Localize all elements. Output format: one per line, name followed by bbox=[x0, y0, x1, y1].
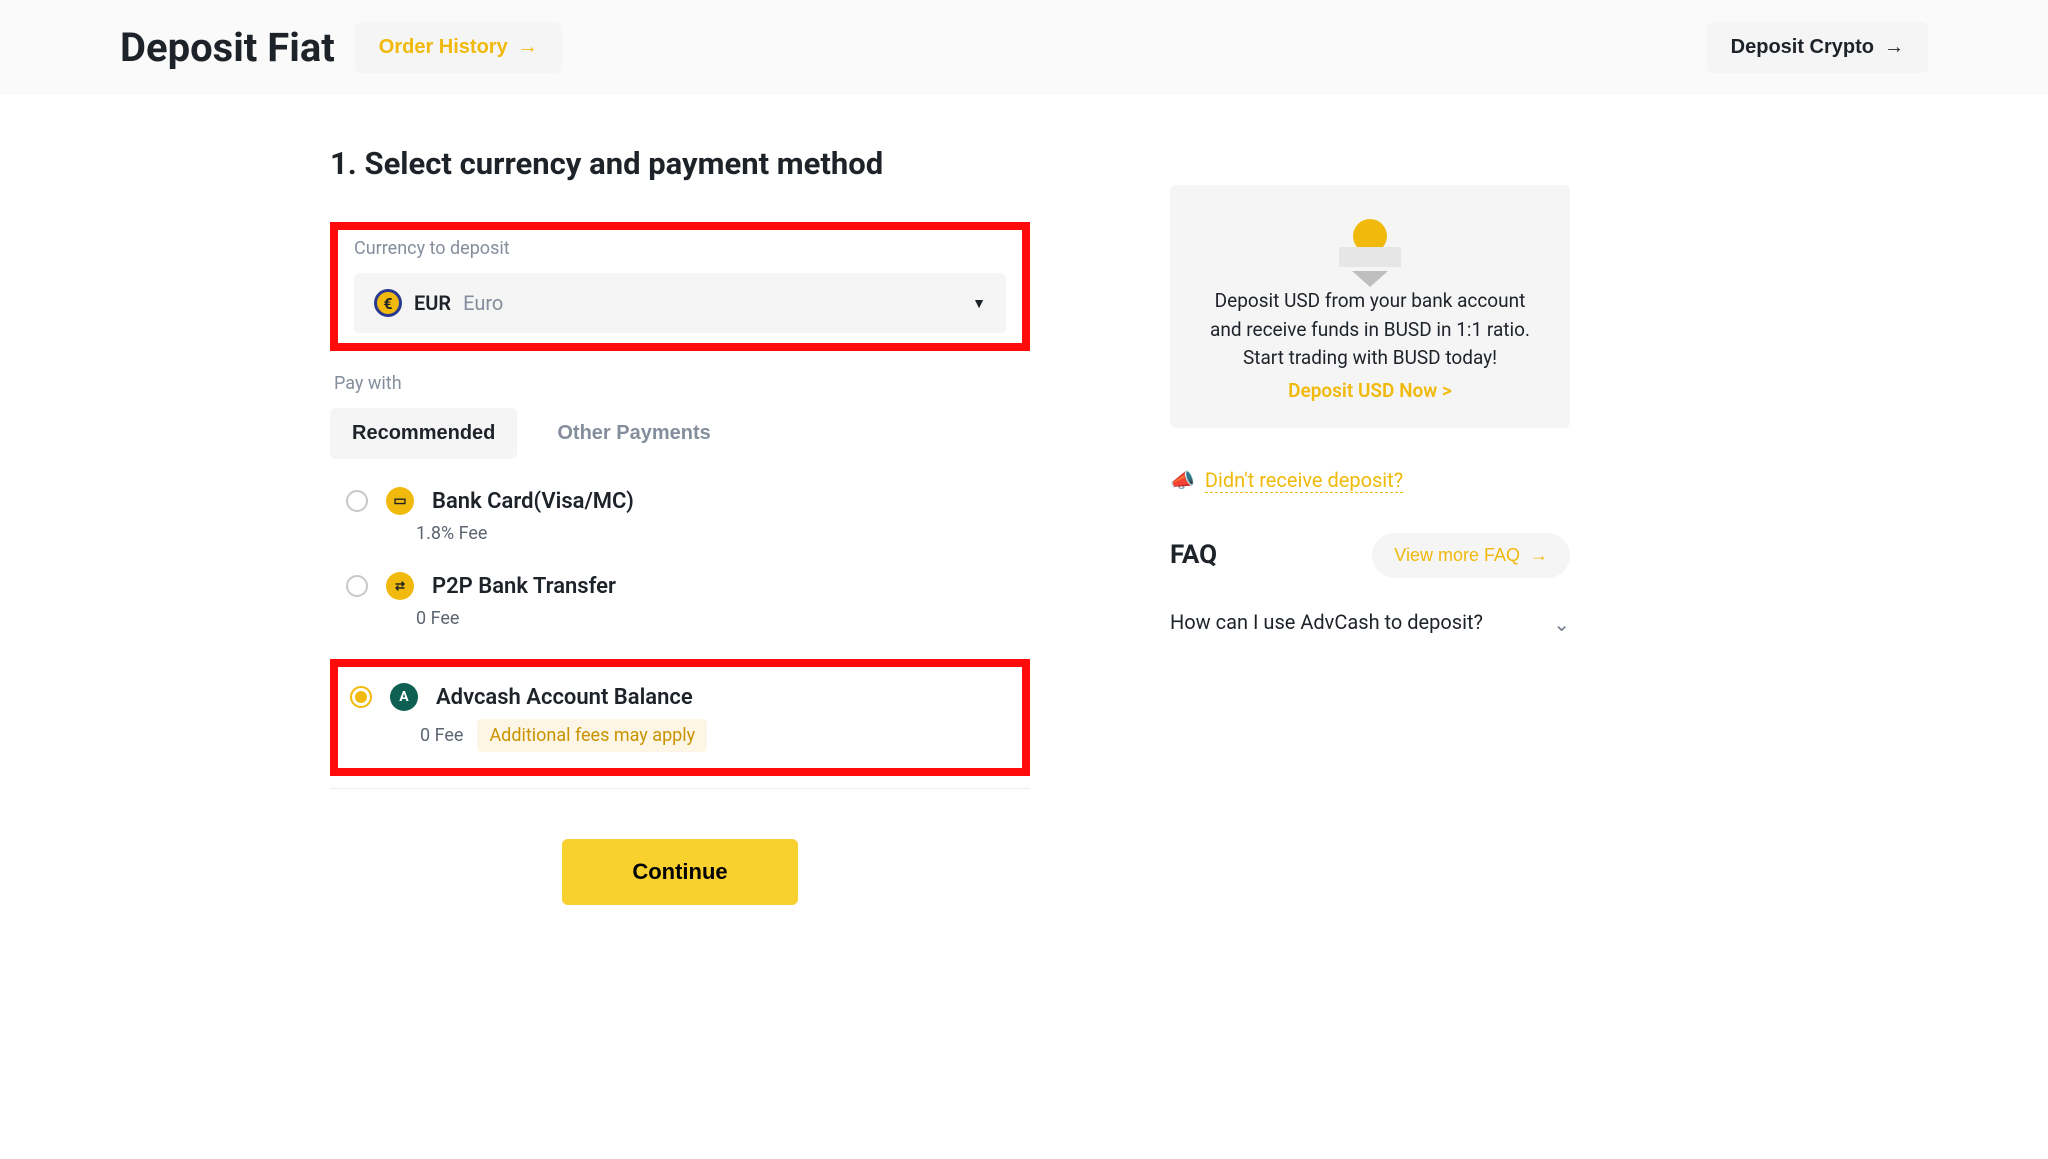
chevron-down-icon: ⌄ bbox=[1553, 612, 1570, 636]
tab-recommended[interactable]: Recommended bbox=[330, 408, 517, 459]
arrow-right-icon: → bbox=[518, 36, 538, 59]
faq-title: FAQ bbox=[1170, 540, 1217, 570]
promo-text: Deposit USD from your bank account and r… bbox=[1200, 287, 1540, 373]
megaphone-icon: 📣 bbox=[1170, 468, 1195, 492]
deposit-usd-link[interactable]: Deposit USD Now > bbox=[1288, 379, 1452, 402]
currency-code: EUR bbox=[414, 291, 451, 315]
payment-method-name: P2P Bank Transfer bbox=[432, 574, 616, 599]
arrow-right-icon: → bbox=[1530, 545, 1548, 566]
deposit-icon bbox=[1200, 219, 1540, 287]
view-more-faq-button[interactable]: View more FAQ → bbox=[1372, 533, 1570, 578]
transfer-icon: ⇄ bbox=[386, 572, 414, 600]
arrow-right-icon: → bbox=[1884, 36, 1904, 59]
pay-with-label: Pay with bbox=[330, 373, 1030, 394]
fee-note-badge: Additional fees may apply bbox=[477, 719, 707, 752]
payment-method-fee: 0 Fee bbox=[416, 608, 459, 629]
radio-icon[interactable] bbox=[346, 575, 368, 597]
advcash-icon: A bbox=[390, 683, 418, 711]
promo-card: Deposit USD from your bank account and r… bbox=[1170, 185, 1570, 428]
payment-method-fee: 1.8% Fee bbox=[416, 523, 487, 544]
faq-item[interactable]: How can I use AdvCash to deposit? ⌄ bbox=[1170, 608, 1570, 636]
card-icon: ▭ bbox=[386, 487, 414, 515]
order-history-label: Order History bbox=[379, 36, 508, 59]
deposit-crypto-button[interactable]: Deposit Crypto → bbox=[1707, 22, 1928, 73]
currency-dropdown[interactable]: € EUR Euro ▼ bbox=[354, 273, 1006, 333]
payment-method-name: Advcash Account Balance bbox=[436, 685, 693, 710]
order-history-button[interactable]: Order History → bbox=[355, 22, 562, 73]
payment-method-name: Bank Card(Visa/MC) bbox=[432, 489, 634, 514]
currency-label: Currency to deposit bbox=[354, 238, 1006, 259]
step-title: 1. Select currency and payment method bbox=[330, 145, 1030, 182]
tab-other-payments[interactable]: Other Payments bbox=[535, 408, 732, 459]
page-title: Deposit Fiat bbox=[120, 24, 335, 71]
payment-method-advcash[interactable]: A Advcash Account Balance 0 Fee Addition… bbox=[350, 683, 1010, 752]
payment-method-p2p[interactable]: ⇄ P2P Bank Transfer 0 Fee bbox=[330, 572, 1030, 629]
advcash-highlight-box: A Advcash Account Balance 0 Fee Addition… bbox=[330, 659, 1030, 776]
not-received-label: Didn't receive deposit? bbox=[1205, 468, 1403, 493]
radio-icon[interactable] bbox=[350, 686, 372, 708]
payment-method-bank-card[interactable]: ▭ Bank Card(Visa/MC) 1.8% Fee bbox=[330, 487, 1030, 544]
chevron-down-icon: ▼ bbox=[972, 295, 986, 312]
not-received-link[interactable]: 📣 Didn't receive deposit? bbox=[1170, 468, 1570, 493]
view-more-faq-label: View more FAQ bbox=[1394, 545, 1520, 566]
euro-icon: € bbox=[374, 289, 402, 317]
radio-icon[interactable] bbox=[346, 490, 368, 512]
faq-question: How can I use AdvCash to deposit? bbox=[1170, 608, 1523, 636]
continue-button[interactable]: Continue bbox=[562, 839, 797, 905]
currency-name: Euro bbox=[463, 291, 503, 315]
deposit-crypto-label: Deposit Crypto bbox=[1731, 36, 1874, 59]
payment-method-fee: 0 Fee bbox=[420, 725, 463, 746]
currency-highlight-box: Currency to deposit € EUR Euro ▼ bbox=[330, 222, 1030, 351]
